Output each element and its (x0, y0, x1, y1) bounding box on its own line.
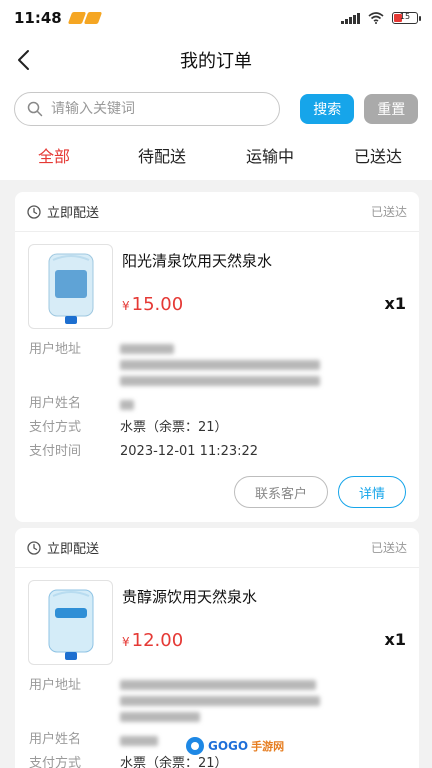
time-label: 支付时间 (29, 444, 82, 459)
battery-level: 15 (399, 12, 411, 21)
contact-customer-button[interactable]: 联系客户 (234, 476, 328, 508)
tab-delivered[interactable]: 已送达 (324, 134, 432, 180)
clock-icon (27, 540, 41, 555)
time-row: 支付时间 2023-12-01 11:23:22 (29, 440, 405, 464)
search-icon (27, 101, 43, 117)
product-name: 阳光清泉饮用天然泉水 (122, 252, 273, 270)
product-quantity: x1 (384, 294, 406, 313)
status-time: 11:48 (14, 9, 62, 27)
delivery-type: 立即配送 (47, 206, 100, 221)
tab-in-transit[interactable]: 运输中 (216, 134, 324, 180)
search-box[interactable] (14, 92, 280, 126)
header: 我的订单 (0, 36, 432, 84)
water-bottle-icon (48, 589, 93, 660)
delivery-type: 立即配送 (47, 542, 100, 557)
payment-label: 支付方式 (29, 420, 82, 435)
product-price: ¥15.00 (122, 294, 183, 315)
address-row: 用户地址 (29, 338, 405, 386)
payment-label: 支付方式 (29, 756, 82, 768)
watermark-text: GOGO (208, 739, 249, 753)
order-card: 立即配送 已送达 阳光清泉饮用天然泉水 ¥15.00 x1 用户地址 用户姓名 (15, 192, 419, 522)
product-image[interactable] (28, 580, 113, 665)
wifi-icon (368, 12, 384, 24)
page-title: 我的订单 (180, 51, 252, 72)
price-value: 15.00 (131, 294, 184, 315)
order-status: 已送达 (370, 541, 407, 555)
product-price: ¥12.00 (122, 630, 183, 651)
battery-icon: 15 (392, 12, 421, 24)
order-actions: 联系客户 详情 (15, 464, 419, 522)
tab-pending[interactable]: 待配送 (108, 134, 216, 180)
watermark-sub: 手游网 (251, 740, 285, 753)
name-redacted (120, 728, 158, 752)
address-label: 用户地址 (29, 342, 82, 357)
tab-all[interactable]: 全部 (0, 134, 108, 180)
name-redacted (120, 392, 134, 416)
name-row: 用户姓名 (29, 392, 405, 416)
address-row: 用户地址 (29, 674, 405, 722)
back-arrow-icon[interactable] (14, 48, 36, 72)
currency-symbol: ¥ (122, 299, 130, 313)
order-tabs: 全部 待配送 运输中 已送达 (0, 134, 432, 180)
cellular-signal-icon (341, 12, 360, 24)
search-row: 搜索 重置 (0, 84, 432, 134)
product-row: 贵醇源饮用天然泉水 ¥12.00 x1 (15, 568, 419, 668)
status-bar: 11:48 15 (0, 0, 432, 36)
address-redacted (120, 338, 320, 386)
payment-method: 水票（余票：21） (120, 420, 228, 435)
product-quantity: x1 (384, 630, 406, 649)
product-row: 阳光清泉饮用天然泉水 ¥15.00 x1 (15, 232, 419, 332)
clock-icon (27, 204, 41, 219)
order-card-header: 立即配送 已送达 (15, 192, 419, 232)
app-notification-icon (83, 12, 102, 24)
water-bottle-icon (48, 253, 93, 324)
payment-time: 2023-12-01 11:23:22 (120, 444, 259, 459)
address-redacted (120, 674, 320, 722)
order-status: 已送达 (370, 205, 407, 219)
currency-symbol: ¥ (122, 635, 130, 649)
price-value: 12.00 (131, 630, 184, 651)
name-label: 用户姓名 (29, 396, 82, 411)
search-input[interactable] (51, 101, 271, 117)
order-info: 用户地址 用户姓名 支付方式 水票（余票：21） 支付时间 2023-12-01… (15, 332, 419, 464)
address-label: 用户地址 (29, 678, 82, 693)
product-image[interactable] (28, 244, 113, 329)
order-card-header: 立即配送 已送达 (15, 528, 419, 568)
order-card: 立即配送 已送达 贵醇源饮用天然泉水 ¥12.00 x1 用户地址 用户姓名 支… (15, 528, 419, 768)
name-label: 用户姓名 (29, 732, 82, 747)
reset-button[interactable]: 重置 (364, 94, 418, 124)
notification-icons (67, 12, 102, 24)
search-button[interactable]: 搜索 (300, 94, 355, 124)
watermark-logo: GOGO 手游网 (185, 736, 284, 756)
detail-button[interactable]: 详情 (338, 476, 406, 508)
payment-row: 支付方式 水票（余票：21） (29, 416, 405, 440)
product-name: 贵醇源饮用天然泉水 (122, 588, 258, 606)
watermark-badge-icon (186, 737, 204, 755)
